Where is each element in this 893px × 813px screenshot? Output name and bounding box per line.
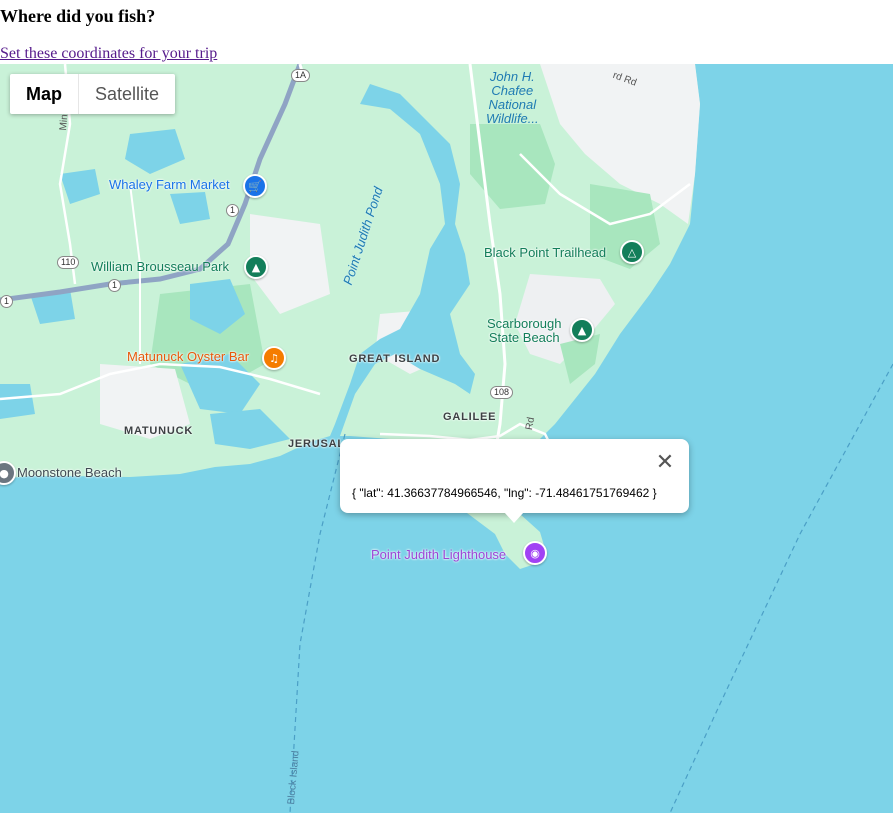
black-point-trailhead-label[interactable]: Black Point Trailhead [484, 245, 606, 260]
pond-mid-2 [0, 384, 35, 419]
road-label-rd: Rd [524, 416, 538, 431]
great-island-label: GREAT ISLAND [349, 353, 441, 365]
route-108-shield: 108 [490, 386, 514, 399]
map[interactable]: Map Satellite 1A 1 110 1 1 108 John H. C… [0, 64, 893, 813]
info-window-tail [504, 512, 524, 523]
refuge-label-line-1: John H. [489, 69, 535, 84]
brousseau-park-label[interactable]: William Brousseau Park [91, 259, 229, 274]
route-1a-shield: 1A [291, 69, 311, 82]
scarborough-label-line-1: Scarborough [487, 316, 562, 331]
page-title: Where did you fish? [0, 6, 156, 26]
restaurant-icon[interactable]: ♫ [262, 346, 286, 370]
moonstone-beach-label[interactable]: Moonstone Beach [17, 465, 122, 480]
road-label-min: Min [58, 113, 71, 131]
tree-icon[interactable]: ▲ [244, 255, 268, 279]
jerusalem-label: JERUSAL [288, 438, 345, 450]
info-window: ✕ { "lat": 41.36637784966546, "lng": -71… [340, 439, 689, 523]
lighthouse-label[interactable]: Point Judith Lighthouse [371, 547, 506, 562]
shopping-cart-icon[interactable]: 🛒 [243, 174, 267, 198]
set-coordinates-link[interactable]: Set these coordinates for your trip [0, 45, 217, 63]
map-type-map-button[interactable]: Map [10, 74, 78, 114]
refuge-label-line-3: National [488, 97, 537, 112]
route-1-shield-mid: 1 [108, 279, 122, 292]
beach-umbrella-icon[interactable]: ▲ [570, 318, 594, 342]
hiking-icon[interactable]: △ [620, 240, 644, 264]
refuge-label: John H. Chafee National Wildlife... [486, 70, 539, 126]
scarborough-label-line-2: State Beach [488, 330, 560, 345]
route-1-shield-left: 1 [0, 295, 14, 308]
close-icon[interactable]: ✕ [655, 452, 675, 474]
refuge-label-line-4: Wildlife... [486, 111, 539, 126]
map-type-satellite-button[interactable]: Satellite [78, 74, 175, 114]
whaley-farm-market-label[interactable]: Whaley Farm Market [109, 177, 230, 192]
refuge-label-line-2: Chafee [491, 83, 534, 98]
coordinates-text: { "lat": 41.36637784966546, "lng": -71.4… [352, 486, 657, 500]
scarborough-label[interactable]: Scarborough State Beach [487, 317, 561, 345]
route-110-shield: 110 [57, 256, 80, 269]
matunuck-label: MATUNUCK [124, 425, 194, 437]
camera-icon[interactable]: ◉ [523, 541, 547, 565]
map-type-control: Map Satellite [10, 74, 176, 114]
matunuck-oyster-bar-label[interactable]: Matunuck Oyster Bar [127, 349, 249, 364]
galilee-label: GALILEE [443, 411, 497, 423]
route-1-shield-top: 1 [226, 204, 240, 217]
